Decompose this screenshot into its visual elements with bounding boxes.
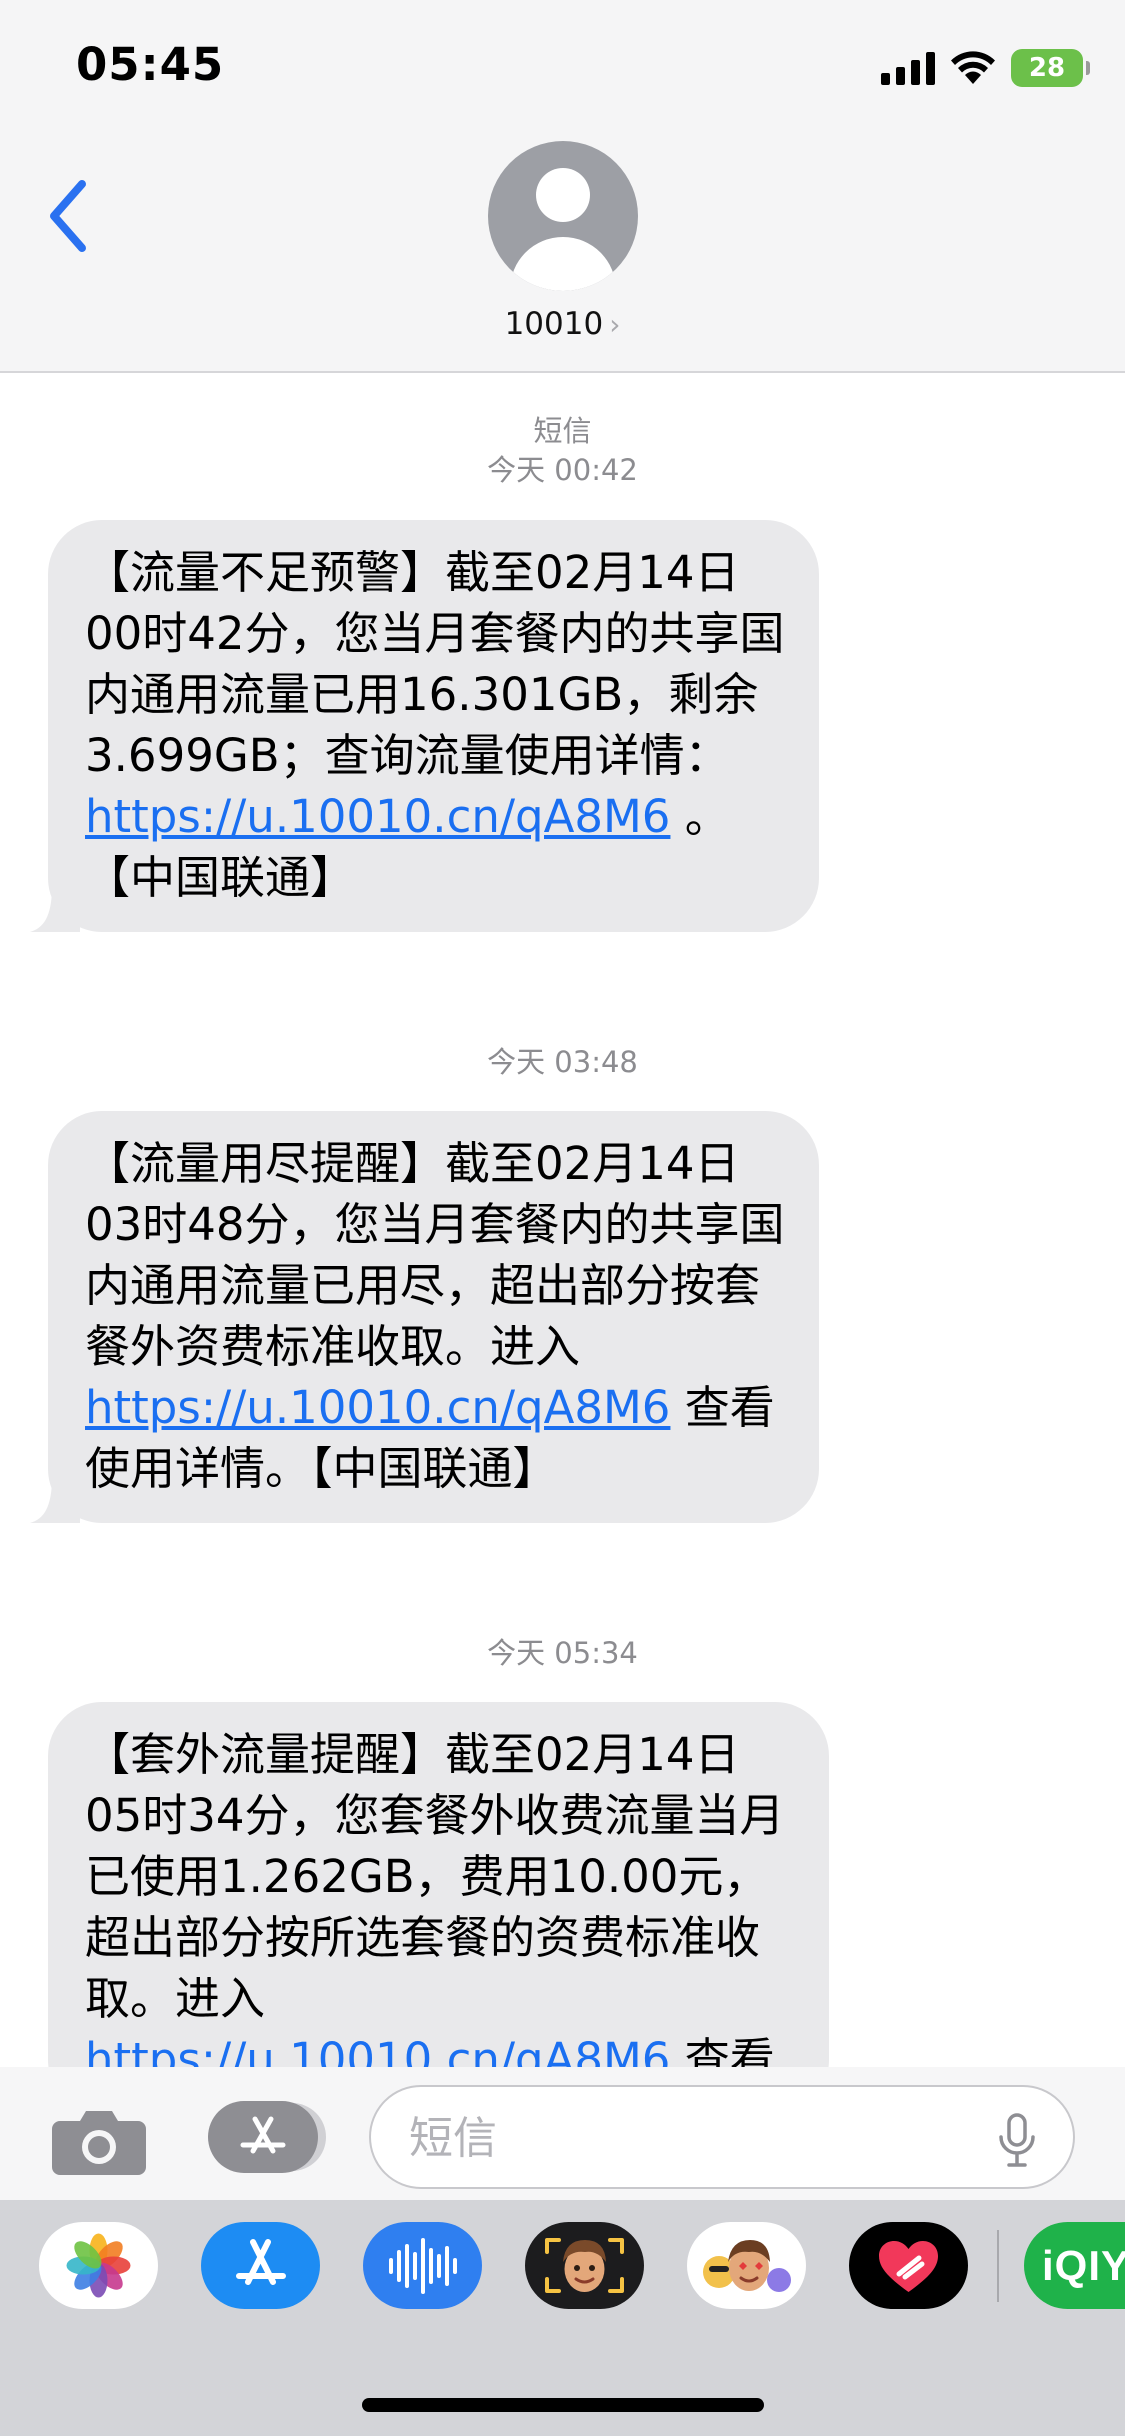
app-drawer: iQIY xyxy=(0,2200,1125,2436)
camera-icon[interactable] xyxy=(52,2107,146,2175)
contact-name: 10010 xyxy=(504,306,604,342)
memoji-icon xyxy=(545,2238,624,2293)
message-text: 【流量用尽提醒】截至02月14日03时48分，您当月套餐内的共享国内通用流量已用… xyxy=(85,1137,785,1373)
iqiyi-app-button[interactable]: iQIY xyxy=(1024,2222,1125,2309)
message-timestamp: 今天 03:48 xyxy=(487,1045,638,1079)
message-timestamp: 今天 00:42 xyxy=(487,453,638,487)
photos-icon xyxy=(66,2233,131,2298)
memoji-stickers-app-button[interactable] xyxy=(687,2222,806,2309)
status-time: 05:45 xyxy=(76,38,225,91)
app-store-icon xyxy=(236,2239,286,2285)
iqiyi-icon: iQIY xyxy=(1042,2242,1125,2289)
message-text: 【套外流量提醒】截至02月14日05时34分，您套餐外收费流量当月已使用1.26… xyxy=(85,1728,785,2025)
compose-bar xyxy=(0,2067,1125,2200)
message-link[interactable]: https://u.10010.cn/qA8M6 xyxy=(85,2033,670,2067)
memoji-app-button[interactable] xyxy=(525,2222,644,2309)
chevron-right-icon: › xyxy=(609,308,621,341)
digital-touch-icon xyxy=(879,2241,938,2292)
messages-screen: 05:45 28 10010 › 短信 今天 00:42 【流量不足预警】截至0… xyxy=(0,0,1125,2436)
digital-touch-app-button[interactable] xyxy=(849,2222,968,2309)
message-bubble[interactable]: 【流量用尽提醒】截至02月14日03时48分，您当月套餐内的共享国内通用流量已用… xyxy=(30,1111,819,1523)
bubble-tail xyxy=(30,886,80,932)
audio-message-icon xyxy=(389,2238,457,2294)
bubble-tail xyxy=(30,1477,80,1523)
message-link[interactable]: https://u.10010.cn/qA8M6 xyxy=(85,790,670,843)
audio-message-app-button[interactable] xyxy=(363,2222,482,2309)
cellular-signal-icon xyxy=(881,51,935,85)
photos-app-button[interactable] xyxy=(39,2222,158,2309)
message-timestamp: 今天 05:34 xyxy=(487,1636,638,1670)
message-text: 【流量不足预警】截至02月14日00时42分，您当月套餐内的共享国内通用流量已用… xyxy=(85,546,785,782)
message-thread[interactable]: 短信 今天 00:42 【流量不足预警】截至02月14日00时42分，您当月套餐… xyxy=(0,375,1125,2067)
contact-avatar[interactable] xyxy=(488,141,638,291)
memoji-stickers-icon xyxy=(703,2240,791,2292)
home-indicator[interactable] xyxy=(362,2398,764,2412)
message-input[interactable] xyxy=(409,2109,969,2167)
conversation-header: 05:45 28 10010 › xyxy=(0,0,1125,373)
contact-name-button[interactable]: 10010 › xyxy=(0,306,1125,342)
message-link[interactable]: https://u.10010.cn/qA8M6 xyxy=(85,1381,670,1434)
back-chevron-icon[interactable] xyxy=(40,176,100,256)
service-label: 短信 xyxy=(533,414,592,448)
drawer-divider xyxy=(997,2230,999,2302)
app-store-app-button[interactable] xyxy=(201,2222,320,2309)
apps-button[interactable] xyxy=(208,2101,318,2173)
message-bubble[interactable]: 【流量不足预警】截至02月14日00时42分，您当月套餐内的共享国内通用流量已用… xyxy=(30,520,819,932)
message-field[interactable] xyxy=(369,2085,1075,2189)
battery-level: 28 xyxy=(1028,53,1066,83)
battery-icon: 28 xyxy=(1011,49,1090,87)
message-bubble[interactable]: 【套外流量提醒】截至02月14日05时34分，您套餐外收费流量当月已使用1.26… xyxy=(48,1702,829,2067)
message-text: 查看 xyxy=(684,2033,775,2067)
app-store-icon xyxy=(240,2116,286,2154)
status-icons: 28 xyxy=(881,46,1090,90)
wifi-icon xyxy=(951,51,995,84)
microphone-icon[interactable] xyxy=(997,2113,1037,2169)
